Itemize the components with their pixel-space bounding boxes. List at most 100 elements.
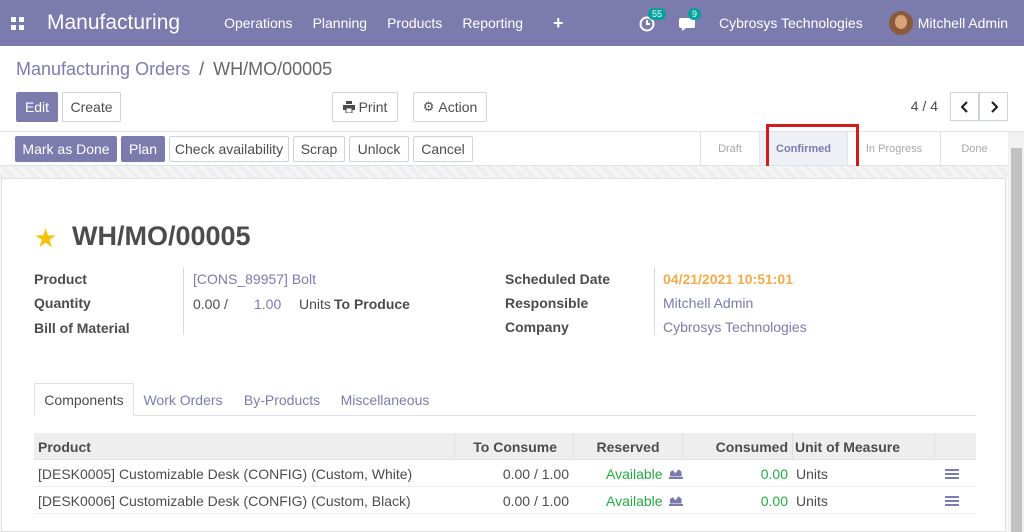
messages-icon[interactable]: 9 (679, 8, 702, 34)
edit-button[interactable]: Edit (16, 92, 58, 122)
to-produce-label: To Produce (334, 296, 410, 312)
availability-status: Available (606, 465, 663, 482)
menu-products[interactable]: Products (387, 15, 442, 31)
responsible-field[interactable]: Mitchell Admin (663, 295, 753, 311)
chevron-right-icon (990, 100, 998, 113)
availability-status: Available (606, 492, 663, 509)
row-to-consume: 0.00 / 1.00 (502, 465, 569, 482)
tab-miscellaneous[interactable]: Miscellaneous (336, 383, 434, 416)
check-availability-button[interactable]: Check availability (169, 136, 289, 162)
annotation-highlight-box (766, 124, 859, 170)
quantity-uom: Units (299, 296, 331, 312)
table-row[interactable]: [DESK0005] Customizable Desk (CONFIG) (C… (34, 460, 976, 487)
row-uom: Units (796, 492, 828, 509)
product-label: Product (34, 271, 87, 287)
row-consumed: 0.00 (760, 465, 788, 482)
table-header: Product To Consume Reserved Consumed Uni… (34, 433, 976, 460)
row-reserved: Available (606, 487, 683, 514)
field-divider (654, 267, 655, 335)
print-button[interactable]: Print (332, 92, 398, 122)
unlock-button[interactable]: Unlock (349, 136, 409, 162)
tab-components[interactable]: Components (34, 383, 134, 416)
action-label: Action (438, 99, 478, 115)
plan-button[interactable]: Plan (121, 136, 165, 162)
messages-badge: 9 (688, 8, 702, 20)
main-menu: Operations Planning Products Reporting (224, 15, 543, 31)
chevron-left-icon (960, 100, 968, 113)
pager-value[interactable]: 4 / 4 (911, 98, 938, 114)
pager-next-button[interactable] (979, 92, 1008, 121)
list-icon (945, 468, 959, 479)
forecast-chart-icon[interactable] (668, 495, 683, 506)
row-reserved: Available (606, 460, 683, 487)
pager-previous-button[interactable] (950, 92, 979, 121)
scrollbar-thumb[interactable] (1011, 148, 1022, 532)
top-navbar: Manufacturing Operations Planning Produc… (0, 0, 1024, 46)
row-uom: Units (796, 465, 828, 482)
systray: 55 9 Cybrosys Technologies Mitchell Admi… (639, 0, 1024, 46)
create-button[interactable]: Create (62, 92, 121, 122)
activity-badge: 55 (648, 8, 667, 20)
header-to-consume[interactable]: To Consume (455, 433, 574, 460)
vertical-scrollbar[interactable] (1008, 132, 1024, 532)
breadcrumb-separator: / (199, 59, 205, 79)
header-product[interactable]: Product (34, 433, 455, 460)
form-sheet: ★ WH/MO/00005 Product [CONS_89957] Bolt … (1, 178, 1006, 532)
tab-by-products[interactable]: By-Products (238, 383, 326, 416)
stage-draft[interactable]: Draft (700, 132, 759, 165)
company-label: Company (505, 319, 569, 335)
quantity-label: Quantity (34, 295, 91, 311)
row-to-consume: 0.00 / 1.00 (502, 492, 569, 509)
mark-as-done-button[interactable]: Mark as Done (15, 136, 117, 162)
product-field[interactable]: [CONS_89957] Bolt (193, 271, 316, 287)
gear-icon: ⚙ (422, 99, 435, 114)
scrap-button[interactable]: Scrap (293, 136, 345, 162)
menu-planning[interactable]: Planning (313, 15, 368, 31)
row-product: [DESK0006] Customizable Desk (CONFIG) (C… (38, 492, 411, 509)
user-avatar[interactable] (888, 11, 913, 35)
app-title[interactable]: Manufacturing (47, 11, 180, 35)
notebook-tabs: Components Work Orders By-Products Misce… (34, 383, 976, 416)
user-menu[interactable]: Mitchell Admin (918, 15, 1008, 31)
detailed-operations-icon[interactable] (945, 487, 959, 514)
quantity-separator: / (224, 296, 228, 312)
cancel-button[interactable]: Cancel (413, 136, 473, 162)
menu-reporting[interactable]: Reporting (462, 15, 523, 31)
activity-icon[interactable]: 55 (639, 8, 667, 34)
stage-in-progress[interactable]: In Progress (847, 132, 940, 165)
detailed-operations-icon[interactable] (945, 460, 959, 487)
quantity-field[interactable]: 1.00 (254, 296, 281, 312)
scheduled-date-label: Scheduled Date (505, 271, 611, 287)
record-title: WH/MO/00005 (72, 221, 251, 251)
tab-work-orders[interactable]: Work Orders (140, 383, 226, 416)
company-switcher[interactable]: Cybrosys Technologies (719, 15, 863, 31)
form-sheet-area: ★ WH/MO/00005 Product [CONS_89957] Bolt … (0, 166, 1008, 532)
company-field[interactable]: Cybrosys Technologies (663, 319, 807, 335)
row-product: [DESK0005] Customizable Desk (CONFIG) (C… (38, 465, 413, 482)
row-consumed: 0.00 (760, 492, 788, 509)
field-divider (183, 267, 184, 335)
stage-done[interactable]: Done (940, 132, 1008, 165)
forecast-chart-icon[interactable] (668, 468, 683, 479)
components-table: Product To Consume Reserved Consumed Uni… (34, 433, 976, 532)
sheet-background-band (0, 166, 1008, 178)
print-label: Print (358, 99, 388, 115)
responsible-label: Responsible (505, 295, 589, 311)
bom-label: Bill of Material (34, 320, 130, 336)
scheduled-date-field[interactable]: 04/21/2021 10:51:01 (663, 271, 793, 287)
header-reserved[interactable]: Reserved (574, 433, 683, 460)
breadcrumb-current: WH/MO/00005 (213, 59, 333, 79)
header-uom[interactable]: Unit of Measure (793, 433, 935, 460)
header-consumed[interactable]: Consumed (683, 433, 793, 460)
breadcrumb: Manufacturing Orders / WH/MO/00005 (16, 59, 332, 80)
breadcrumb-parent[interactable]: Manufacturing Orders (16, 59, 190, 79)
list-icon (945, 495, 959, 506)
table-row[interactable]: [DESK0006] Customizable Desk (CONFIG) (C… (34, 487, 976, 514)
apps-menu-icon[interactable] (11, 16, 24, 30)
add-menu-icon[interactable]: + (553, 13, 564, 34)
action-button[interactable]: ⚙ Action (413, 92, 487, 122)
quantity-produced: 0.00 (193, 296, 221, 312)
priority-star-icon[interactable]: ★ (34, 223, 57, 254)
print-icon (342, 101, 355, 113)
menu-operations[interactable]: Operations (224, 15, 292, 31)
